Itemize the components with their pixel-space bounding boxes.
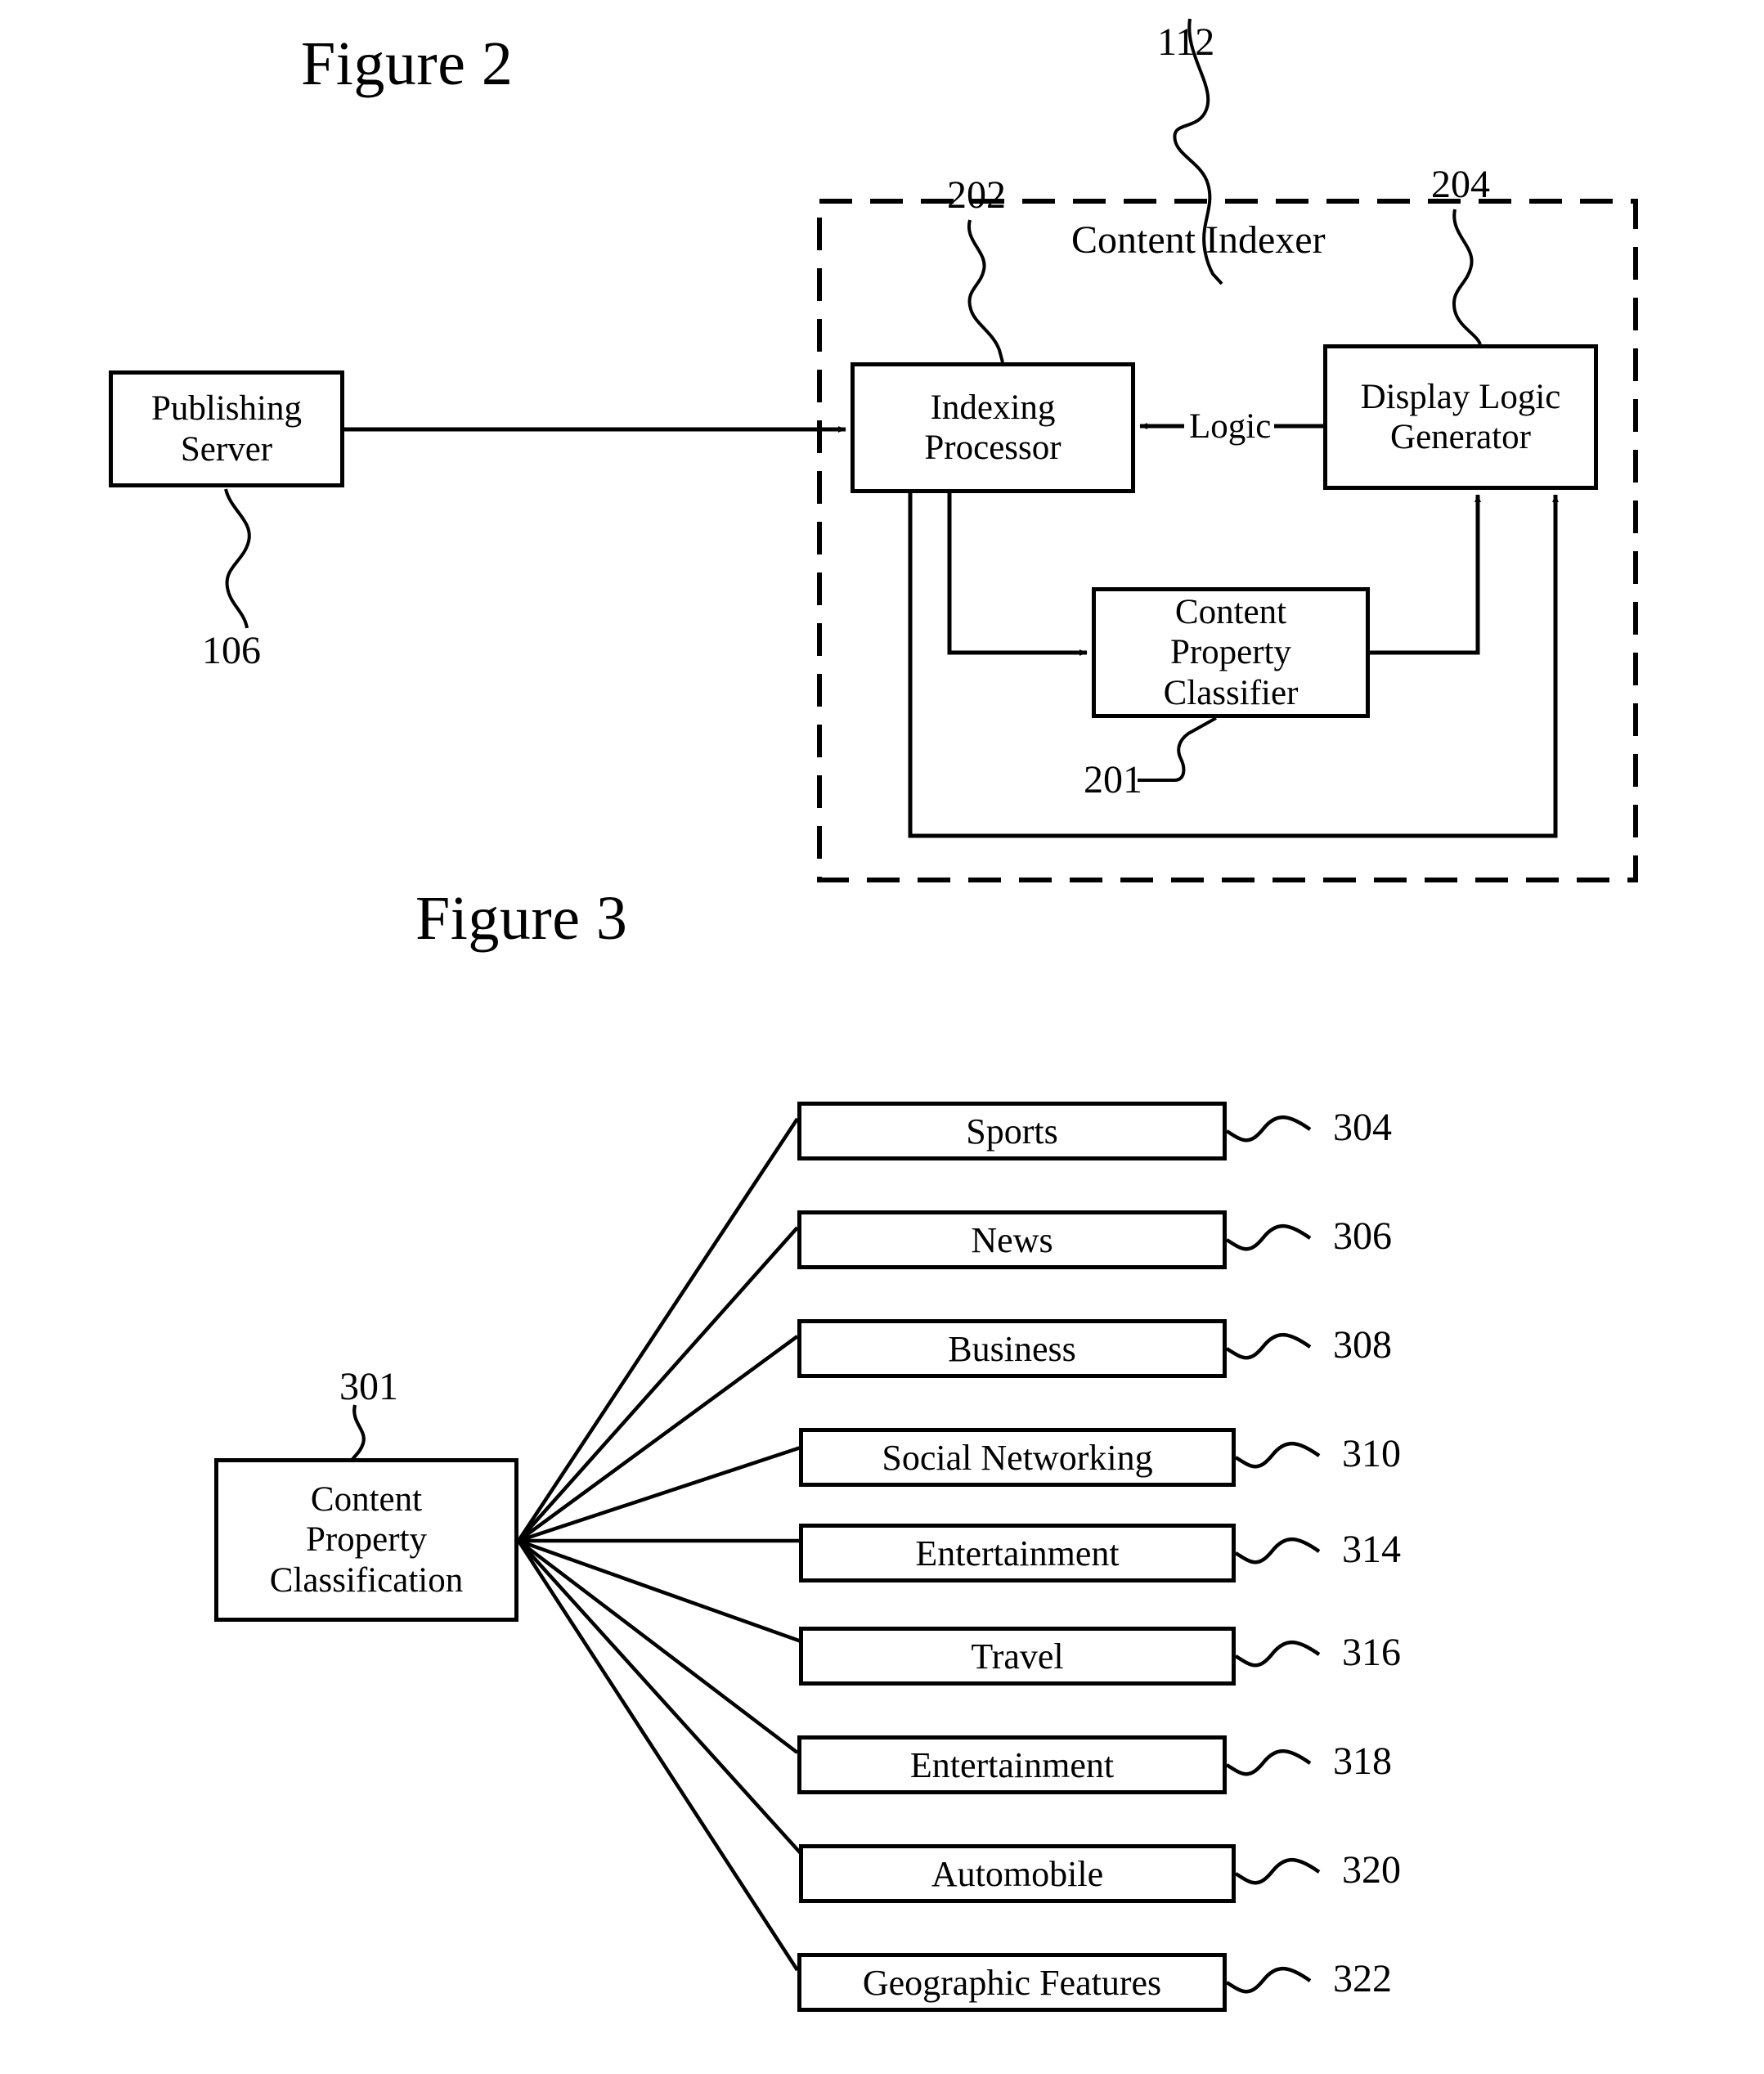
reference-numeral-112: 112 [1157, 20, 1215, 64]
content-indexer-dashed-frame [817, 199, 1638, 882]
leader-202 [967, 219, 1004, 363]
reference-numeral-318: 318 [1333, 1740, 1392, 1783]
reference-numeral-316: 316 [1342, 1631, 1401, 1674]
category-box-automobile: Automobile [799, 1844, 1236, 1903]
node-indexing-processor: Indexing Processor [851, 362, 1135, 493]
category-leaders [1225, 1115, 1321, 1994]
leader-204 [1452, 209, 1482, 345]
category-box-business: Business [797, 1319, 1227, 1378]
reference-numeral-202: 202 [947, 173, 1006, 217]
reference-numeral-310: 310 [1342, 1432, 1401, 1475]
category-box-news: News [797, 1210, 1227, 1269]
content-indexer-caption: Content Indexer [1071, 218, 1326, 262]
node-publishing-server: Publishing Server [109, 370, 344, 487]
reference-numeral-308: 308 [1333, 1323, 1392, 1367]
reference-numeral-306: 306 [1333, 1214, 1392, 1258]
category-box-sports: Sports [797, 1102, 1227, 1160]
classification-fanout [517, 1117, 810, 1972]
category-box-social-networking: Social Networking [799, 1428, 1236, 1487]
reference-numeral-201: 201 [1084, 758, 1142, 801]
reference-numeral-320: 320 [1342, 1848, 1401, 1892]
patent-figure-sheet: Figure 2 112 Content Indexer 202 204 Pub… [0, 0, 1764, 2074]
category-box-entertainment-314: Entertainment [799, 1524, 1236, 1582]
figure-2-title: Figure 2 [301, 29, 514, 98]
edge-label-logic: Logic [1186, 409, 1275, 444]
leader-106 [224, 488, 251, 629]
category-box-travel: Travel [799, 1627, 1236, 1686]
category-box-geographic-features: Geographic Features [797, 1953, 1227, 2012]
reference-numeral-301: 301 [339, 1365, 398, 1408]
reference-numeral-106: 106 [202, 629, 261, 672]
category-box-entertainment-318: Entertainment [797, 1735, 1227, 1794]
edge-indexing-to-classifier [947, 493, 1088, 656]
reference-numeral-204: 204 [1431, 163, 1490, 206]
edge-classifier-to-dlg [1370, 494, 1481, 655]
reference-numeral-304: 304 [1333, 1106, 1392, 1149]
node-content-property-classification: Content Property Classification [214, 1458, 518, 1622]
leader-201 [1138, 716, 1217, 782]
node-display-logic-generator: Display Logic Generator [1323, 344, 1598, 490]
figure-3-title: Figure 3 [415, 884, 628, 953]
node-content-property-classifier: Content Property Classifier [1092, 587, 1370, 718]
reference-numeral-322: 322 [1333, 1957, 1392, 2000]
reference-numeral-314: 314 [1342, 1528, 1401, 1571]
